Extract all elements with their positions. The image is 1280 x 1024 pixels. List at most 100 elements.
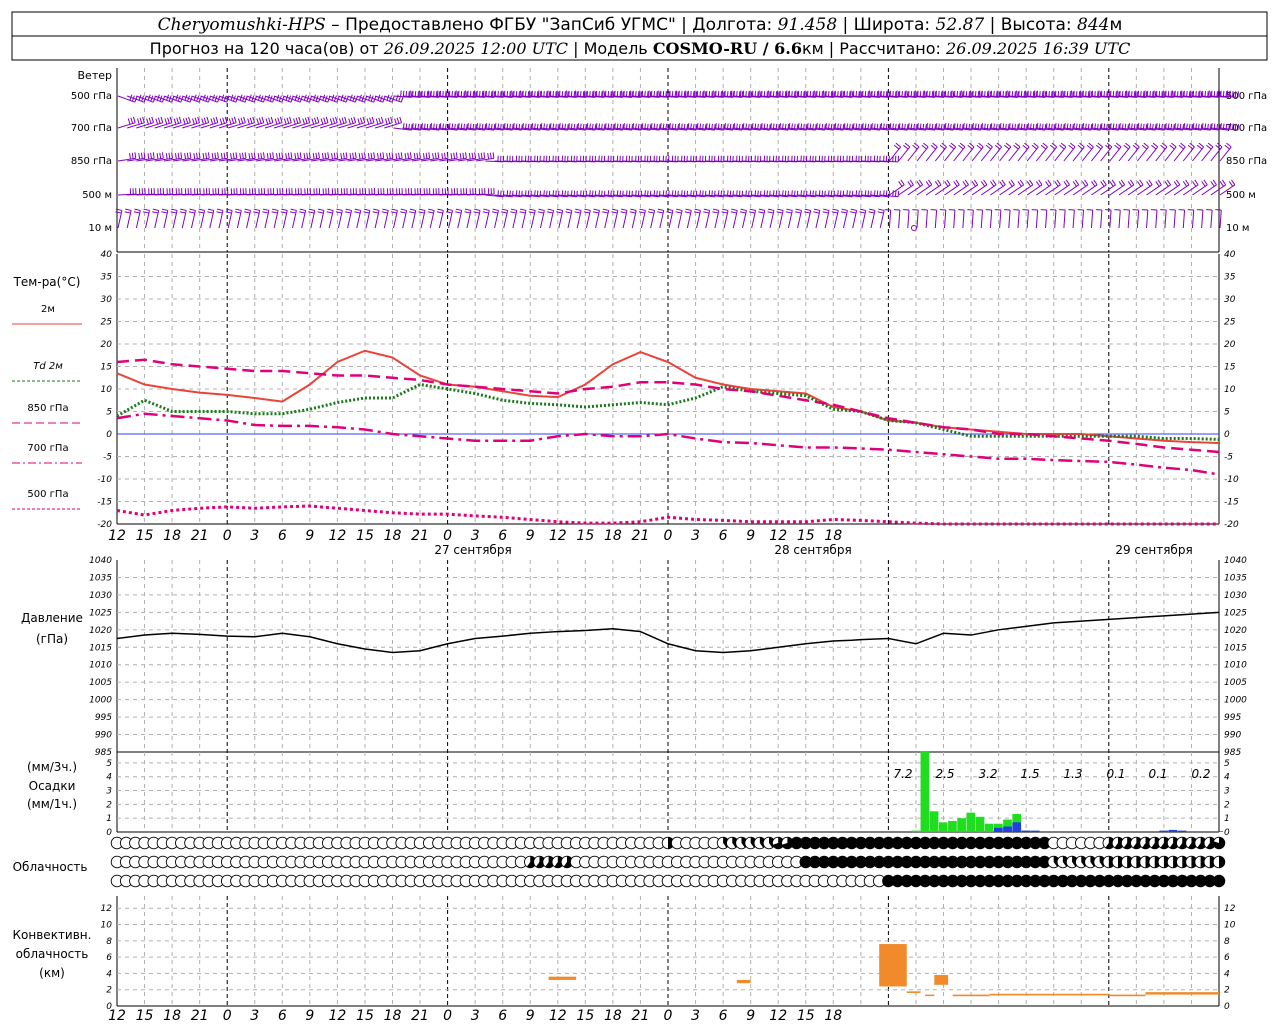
wind-barb-flag xyxy=(207,211,214,214)
precip-bar-1h xyxy=(1205,831,1214,832)
wind-barb-flag xyxy=(1198,142,1204,148)
wind-barb-flag xyxy=(593,208,600,211)
conv-title-1: Конвективн. xyxy=(13,928,92,942)
wind-barb-flag xyxy=(327,152,330,159)
provider-text: – Предоставлено ФГБУ "ЗапСиб УГМС" | Дол… xyxy=(326,15,778,35)
wind-barb-flag xyxy=(1216,142,1223,148)
latitude-label: | Широта: xyxy=(837,15,935,35)
wind-barb-flag xyxy=(994,144,1001,150)
wind-barb-flag xyxy=(1045,181,1050,187)
wind-barb-flag xyxy=(422,153,425,160)
wind-barb-flag xyxy=(491,211,498,214)
precip-ytick-right: 0 xyxy=(1224,828,1230,838)
precip-bar-1h xyxy=(1095,831,1104,832)
wind-barb-flag xyxy=(1226,142,1232,148)
wind-barb-shaft xyxy=(1210,146,1223,162)
wind-barb-flag xyxy=(480,152,483,159)
wind-barb-flag xyxy=(900,179,905,186)
wind-barb-flag xyxy=(370,152,373,159)
wind-barb-flag xyxy=(894,190,897,197)
conv-bar xyxy=(736,979,751,984)
wind-barb-flag xyxy=(262,152,265,159)
wind-barb-flag xyxy=(921,144,927,150)
wind-barb-flag xyxy=(925,181,930,187)
precip-yticks-left: 5 4 3 2 1 0 xyxy=(106,759,112,838)
legend-label: 2м xyxy=(41,304,55,315)
wind-barb-flag xyxy=(427,211,434,214)
precip-total: 0.1 xyxy=(1106,767,1125,781)
longitude: 91.458 xyxy=(778,15,838,35)
precip-ytick-left: 3 xyxy=(106,787,112,797)
wind-barb-flag xyxy=(950,142,956,148)
wind-barb-flag xyxy=(276,153,278,160)
wind-barb-flag xyxy=(189,208,196,211)
temp-ytick-right: 15 xyxy=(1224,363,1236,373)
wind-barb-shaft xyxy=(1164,210,1167,229)
wind-barb-flag xyxy=(1068,144,1074,150)
x-hour-label: 0 xyxy=(664,1008,673,1024)
wind-barb-shaft xyxy=(962,210,965,229)
wind-barb-flag xyxy=(1196,144,1203,150)
wind-barb-flag xyxy=(230,153,232,160)
wind-barb-flag xyxy=(1114,144,1120,150)
temp-ytick-right: 0 xyxy=(1224,430,1230,440)
temp-ytick-right: 30 xyxy=(1224,295,1236,305)
pressure-ytick-right: 1025 xyxy=(1224,608,1247,618)
wind-barb-flag xyxy=(359,117,363,124)
wind-barb-flag xyxy=(142,211,150,214)
temp-yticks-left: 4035302520151050-5-10-15-20 xyxy=(97,250,112,530)
x-hour-label: 6 xyxy=(498,528,507,544)
wind-barb-flag xyxy=(318,152,320,159)
x-hour-label: 9 xyxy=(746,528,755,544)
wind-barb-flag xyxy=(228,118,232,125)
wind-barb-flag xyxy=(501,211,508,214)
wind-barb-flag xyxy=(913,142,920,148)
wind-barb-flag xyxy=(538,208,545,211)
wind-barb-flag xyxy=(436,211,443,214)
wind-barb-flag xyxy=(198,211,205,214)
temp-ytick-left: 0 xyxy=(106,430,112,440)
wind-barb-flag xyxy=(685,208,692,211)
wind-barb-flag xyxy=(380,116,384,123)
wind-barb-flag xyxy=(312,153,315,160)
wind-level-label: 500 гПа xyxy=(71,91,112,102)
wind-barb-flag xyxy=(270,116,274,123)
conv-bar xyxy=(1108,994,1146,997)
wind-barb-flag xyxy=(202,153,205,160)
x-hour-label: 15 xyxy=(576,1008,594,1024)
wind-barb-shaft xyxy=(1017,210,1020,229)
wind-barb-flag xyxy=(234,211,241,214)
wind-barb-flag xyxy=(289,211,296,214)
wind-barb-shaft xyxy=(1182,210,1186,229)
cloud-symbol xyxy=(1212,874,1226,888)
wind-barb-shaft xyxy=(1210,210,1213,229)
precip-bar-1h xyxy=(1177,830,1187,832)
wind-barb-flag xyxy=(583,211,590,214)
wind-barb-flag xyxy=(676,208,683,211)
temp-ytick-right: -20 xyxy=(1224,520,1239,530)
wind-barb-flag xyxy=(196,152,198,159)
precip-bar-1h xyxy=(1076,831,1086,832)
wind-barb-flag xyxy=(157,117,161,124)
wind-barb-flag xyxy=(1151,144,1157,150)
wind-barb-flag xyxy=(131,152,134,159)
conv-ytick-right: 8 xyxy=(1224,937,1230,947)
wind-barb-flag xyxy=(999,181,1004,187)
temp-title: Тем-ра(°С) xyxy=(13,275,81,289)
wind-barb-shaft xyxy=(1146,146,1159,162)
wind-barb-flag xyxy=(203,117,207,124)
wind-barb-flag xyxy=(1024,142,1030,148)
wind-barb-flag xyxy=(878,208,885,211)
wind-barb-flag xyxy=(740,208,747,211)
pressure-ytick-left: 1015 xyxy=(89,643,112,653)
wind-barb-flag xyxy=(1206,144,1212,150)
wind-barb-flag xyxy=(138,153,141,160)
conv-yticks-left: 121086420 xyxy=(101,904,113,1012)
model-label: | Модель xyxy=(568,39,653,58)
wind-barb-flag xyxy=(1215,144,1221,150)
wind-barb-flag xyxy=(329,118,333,125)
wind-barb-flag xyxy=(1109,181,1114,187)
wind-barb-flag xyxy=(272,208,279,211)
wind-barb-shaft xyxy=(1072,210,1075,229)
wind-barb-flag xyxy=(483,208,490,211)
